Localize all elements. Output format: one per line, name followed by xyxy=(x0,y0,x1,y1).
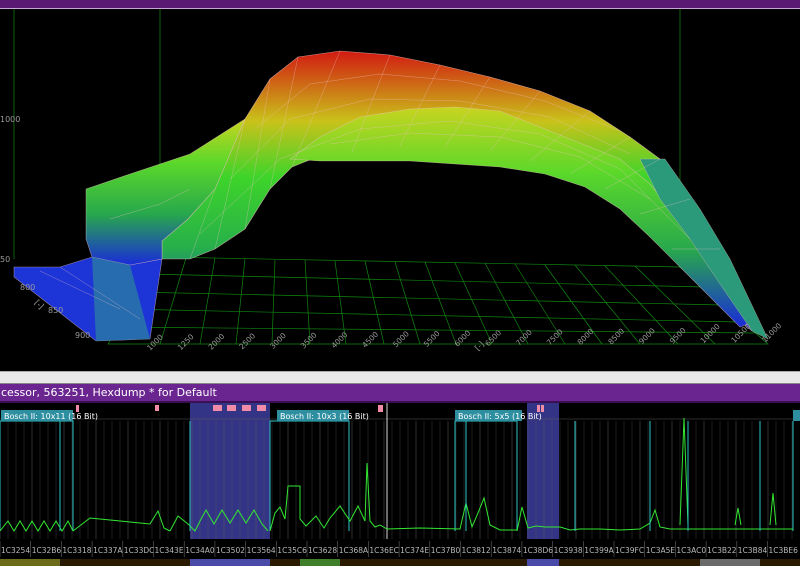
address-label: 1C3318 xyxy=(62,546,91,555)
address-label: 1C3B22 xyxy=(707,546,737,555)
map-label-text: Bosch II: 10x11 (16 Bit) xyxy=(4,412,98,421)
address-label: 1C3A5E xyxy=(646,546,676,555)
address-label: 1C36EC xyxy=(369,546,399,555)
x-tick-label: 1250 xyxy=(176,332,196,352)
address-label: 1C3628 xyxy=(308,546,337,555)
address-label: 1C343E xyxy=(155,546,184,555)
address-label: 1C3874 xyxy=(492,546,521,555)
x-tick-label: 3500 xyxy=(299,330,319,350)
address-label: 1C3938 xyxy=(554,546,583,555)
map-label-text: Bosch II: 5x5 (16 Bit) xyxy=(458,412,542,421)
x-tick-label: 5000 xyxy=(391,329,411,349)
address-label: 1C37B0 xyxy=(431,546,461,555)
address-label: 1C3564 xyxy=(247,546,276,555)
x-tick-label: 9500 xyxy=(668,326,688,346)
map-label[interactable] xyxy=(793,410,800,421)
y-tick-label: 850 xyxy=(48,306,63,315)
address-label: 1C3502 xyxy=(216,546,245,555)
address-label: 1C3BE6 xyxy=(769,546,799,555)
hexdump-title: cessor, 563251, Hexdump * for Default xyxy=(1,386,217,399)
x-tick-label: 4000 xyxy=(330,330,350,350)
x-tick-label: 9000 xyxy=(637,326,657,346)
y-tick-label: 900 xyxy=(75,331,90,340)
selection-region[interactable] xyxy=(190,403,270,539)
map-3d-view[interactable]: 50 1000 800 850 900 [-] 1000 1250 2000 2500… xyxy=(0,9,800,371)
address-label: 1C39FC xyxy=(615,546,644,555)
address-label: 1C3AC0 xyxy=(676,546,706,555)
selection-region[interactable] xyxy=(527,403,559,539)
address-label: 1C34A0 xyxy=(185,546,215,555)
address-label: 1C38D6 xyxy=(523,546,553,555)
address-label: 1C35C6 xyxy=(277,546,307,555)
z-tick-label: 50 xyxy=(0,255,10,264)
x-axis: 1000 1250 2000 2500 3000 3500 4000 4500 5000 5500… xyxy=(145,321,783,352)
hexdump-graph[interactable]: Bosch II: 10x11 (16 Bit) Bosch II: 10x3 … xyxy=(0,403,800,566)
hexdump-title-bar: cessor, 563251, Hexdump * for Default xyxy=(0,384,800,403)
address-label: 1C3812 xyxy=(462,546,491,555)
address-label: 1C337A xyxy=(93,546,123,555)
address-label: 1C3254 xyxy=(1,546,30,555)
map-label[interactable]: Bosch II: 10x11 (16 Bit) xyxy=(1,410,98,421)
x-tick-label: 2500 xyxy=(237,331,257,351)
x-tick-label: 3000 xyxy=(268,331,288,351)
map-label[interactable]: Bosch II: 10x3 (16 Bit) xyxy=(277,410,369,421)
address-label: 1C399A xyxy=(584,546,614,555)
x-tick-label: 6000 xyxy=(453,328,473,348)
address-label: 1C368A xyxy=(339,546,369,555)
window-top-bar xyxy=(0,0,800,8)
address-label: 1C374E xyxy=(400,546,429,555)
address-label: 1C33DC xyxy=(124,546,155,555)
value-color-strip xyxy=(0,559,800,566)
z-axis: 50 1000 xyxy=(0,115,20,264)
x-tick-label: 2000 xyxy=(207,332,227,352)
pane-splitter[interactable] xyxy=(0,371,800,384)
y-tick-label: 800 xyxy=(20,283,35,292)
address-label: 1C3B84 xyxy=(738,546,768,555)
x-tick-label: 10000 xyxy=(699,322,722,345)
x-tick-label: 5500 xyxy=(422,329,442,349)
z-tick-label: 1000 xyxy=(0,115,20,124)
x-tick-label: 8500 xyxy=(606,326,626,346)
address-label: 1C32B6 xyxy=(32,546,62,555)
x-tick-label: 4500 xyxy=(360,330,380,350)
map-label-text: Bosch II: 10x3 (16 Bit) xyxy=(280,412,369,421)
map-label[interactable]: Bosch II: 5x5 (16 Bit) xyxy=(455,410,542,421)
